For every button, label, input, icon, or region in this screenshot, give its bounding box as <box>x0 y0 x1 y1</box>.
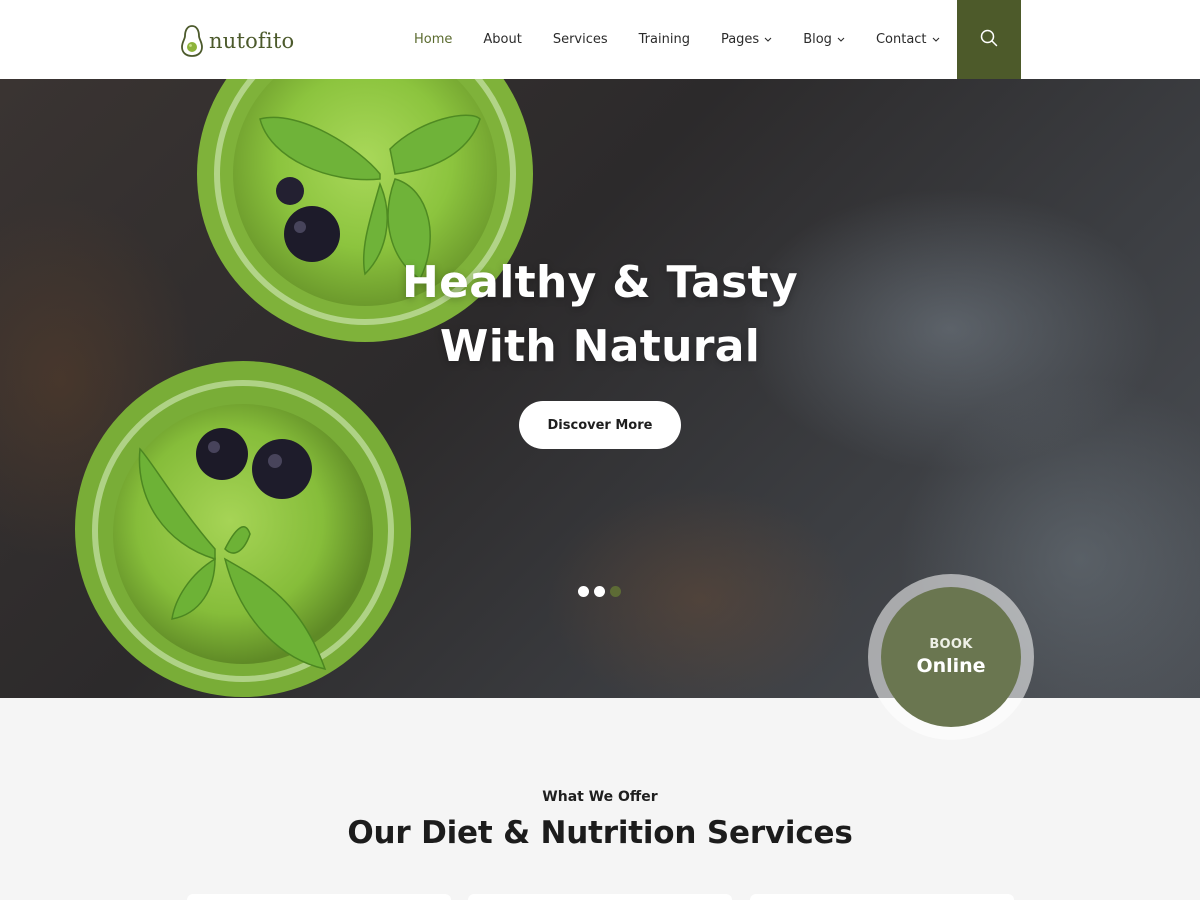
search-button[interactable] <box>957 0 1021 79</box>
avocado-logo-icon <box>180 25 204 57</box>
slider-dot-3[interactable] <box>610 586 621 597</box>
hero-title-line1: Healthy & Tasty <box>402 257 798 308</box>
slider-dot-1[interactable] <box>578 586 589 597</box>
site-header: nutofito Home About Services Training Pa… <box>0 0 1200 79</box>
online-label: Online <box>916 655 986 677</box>
chevron-down-icon <box>764 37 772 42</box>
service-card[interactable] <box>750 894 1014 900</box>
smoothie-glasses-image <box>75 79 533 697</box>
services-title: Our Diet & Nutrition Services <box>347 815 853 851</box>
search-icon <box>980 29 998 51</box>
book-online-button[interactable]: BOOK Online <box>881 587 1021 727</box>
nav-item-training[interactable]: Training <box>639 32 690 47</box>
services-section: What We Offer Our Diet & Nutrition Servi… <box>0 698 1200 900</box>
chevron-down-icon <box>932 37 940 42</box>
hero-slider: Healthy & Tasty With Natural Discover Mo… <box>0 79 1200 698</box>
nav-item-about[interactable]: About <box>483 32 521 47</box>
main-nav: Home About Services Training Pages Blog … <box>414 0 940 79</box>
nav-item-services[interactable]: Services <box>553 32 608 47</box>
hero-title-line2: With Natural <box>439 321 761 372</box>
nav-item-label: Blog <box>803 32 832 47</box>
nav-item-label: Contact <box>875 32 927 47</box>
nav-item-blog[interactable]: Blog <box>803 32 845 47</box>
nav-item-pages[interactable]: Pages <box>721 32 772 47</box>
nav-item-home[interactable]: Home <box>414 32 452 47</box>
book-label: BOOK <box>929 637 973 652</box>
slider-dot-2[interactable] <box>594 586 605 597</box>
nav-item-contact[interactable]: Contact <box>876 32 940 47</box>
nav-item-label: Training <box>638 32 690 47</box>
service-card[interactable] <box>187 894 451 900</box>
nav-item-label: Pages <box>720 32 760 47</box>
chevron-down-icon <box>837 37 845 42</box>
discover-more-button[interactable]: Discover More <box>519 401 681 449</box>
services-tagline: What We Offer <box>542 789 658 805</box>
brand-name: nutofito <box>209 29 295 53</box>
brand-logo[interactable]: nutofito <box>180 24 294 58</box>
nav-item-label: About <box>483 32 522 47</box>
slider-dots <box>578 586 621 597</box>
nav-item-label: Services <box>552 32 608 47</box>
hero-title: Healthy & Tasty With Natural <box>0 251 1200 379</box>
service-card[interactable] <box>468 894 732 900</box>
nav-item-label: Home <box>414 32 453 47</box>
